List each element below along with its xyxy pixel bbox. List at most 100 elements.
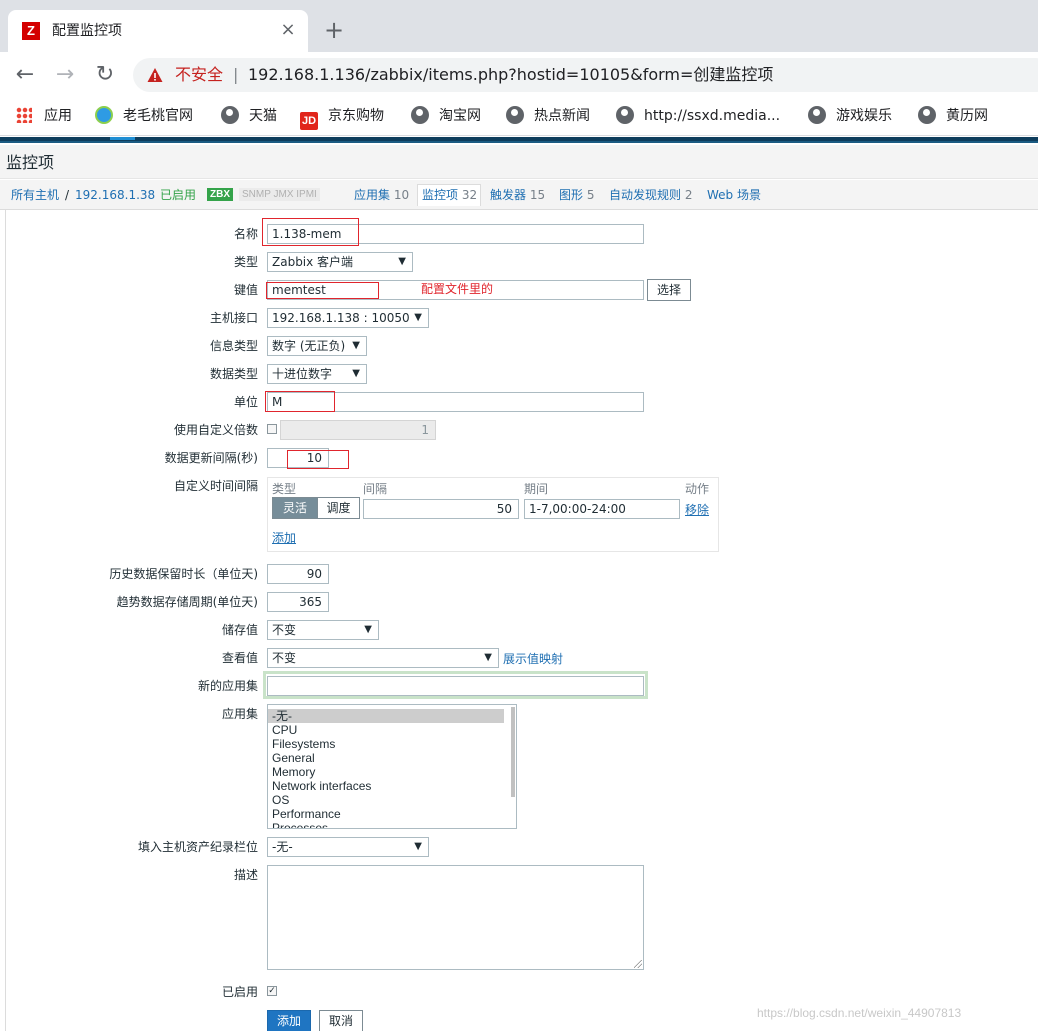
dropdown-arrow-icon: ▼ bbox=[414, 841, 422, 852]
url-separator: | bbox=[233, 65, 239, 84]
bookmark-tmall[interactable]: 天猫 bbox=[221, 106, 277, 126]
breadcrumb-all-hosts[interactable]: 所有主机 bbox=[11, 188, 59, 202]
list-item[interactable]: CPU bbox=[268, 723, 504, 737]
bookmark-apps[interactable]: 应用 bbox=[16, 106, 72, 126]
tab-count: 15 bbox=[529, 188, 546, 202]
inventory-label: 填入主机资产纪录栏位 bbox=[137, 840, 258, 854]
units-input[interactable]: M bbox=[267, 392, 644, 412]
bookmark-label: 天猫 bbox=[249, 108, 277, 124]
dropdown-arrow-icon: ▼ bbox=[352, 368, 360, 379]
add-interval-link[interactable]: 添加 bbox=[272, 530, 296, 546]
show-value-select[interactable]: 不变 ▼ bbox=[267, 648, 499, 668]
list-item[interactable]: Performance bbox=[268, 807, 504, 821]
bookmark-laomaotao[interactable]: 老毛桃官网 bbox=[95, 106, 193, 126]
security-status: 不安全 bbox=[175, 65, 224, 84]
bookmark-almanac[interactable]: 黄历网 bbox=[918, 106, 988, 126]
host-status-enabled[interactable]: 已启用 bbox=[160, 188, 196, 202]
tab-title: 配置监控项 bbox=[52, 23, 122, 39]
bookmark-taobao[interactable]: 淘宝网 bbox=[411, 106, 481, 126]
flexible-period-input[interactable]: 1-7,00:00-24:00 bbox=[524, 499, 680, 519]
tab-discovery-rules[interactable]: 自动发现规则 2 bbox=[609, 188, 692, 202]
url-text[interactable]: 192.168.1.136/zabbix/items.php?hostid=10… bbox=[248, 65, 773, 85]
applications-listbox[interactable]: -无- CPU Filesystems General Memory Netwo… bbox=[267, 704, 517, 829]
list-item[interactable]: Filesystems bbox=[268, 737, 504, 751]
multiplier-input[interactable]: 1 bbox=[280, 420, 436, 440]
column-type-header: 类型 bbox=[272, 482, 297, 496]
bookmark-games[interactable]: 游戏娱乐 bbox=[808, 106, 892, 126]
type-select[interactable]: Zabbix 客户端 ▼ bbox=[267, 252, 413, 272]
list-item[interactable]: OS bbox=[268, 793, 504, 807]
scheduling-option[interactable]: 调度 bbox=[317, 498, 359, 518]
new-application-input[interactable] bbox=[267, 676, 644, 696]
tab-close-icon[interactable]: × bbox=[278, 20, 298, 40]
tab-label: 触发器 bbox=[490, 188, 527, 202]
applications-label: 应用集 bbox=[221, 707, 258, 721]
tab-applications[interactable]: 应用集 10 bbox=[354, 188, 409, 202]
breadcrumb-host[interactable]: 192.168.1.38 bbox=[75, 188, 155, 202]
bookmark-label: 游戏娱乐 bbox=[836, 108, 892, 124]
zabbix-favicon-icon: Z bbox=[22, 22, 40, 40]
tab-count: 2 bbox=[684, 188, 693, 202]
browser-tab[interactable]: Z 配置监控项 × bbox=[8, 10, 308, 52]
enabled-checkbox[interactable]: ✓ bbox=[267, 986, 277, 996]
flexible-interval-input[interactable]: 50 bbox=[363, 499, 519, 519]
data-type-select[interactable]: 十进位数字 ▼ bbox=[267, 364, 367, 384]
resize-handle-icon[interactable] bbox=[634, 960, 642, 968]
show-value-mapping-link[interactable]: 展示值映射 bbox=[503, 651, 563, 667]
globe-icon bbox=[411, 106, 429, 124]
cancel-button[interactable]: 取消 bbox=[319, 1010, 363, 1031]
bookmark-label: 淘宝网 bbox=[439, 108, 481, 124]
reload-icon[interactable]: ↻ bbox=[92, 62, 118, 88]
inventory-select[interactable]: -无- ▼ bbox=[267, 837, 429, 857]
interface-label: 主机接口 bbox=[209, 311, 258, 325]
dropdown-arrow-icon: ▼ bbox=[364, 624, 372, 635]
item-form: 名称 1.138-mem 类型 Zabbix 客户端 ▼ 键值 memtest 配… bbox=[5, 210, 1038, 1031]
back-arrow-icon[interactable]: ← bbox=[12, 62, 38, 88]
store-value-select-value: 不变 bbox=[272, 623, 297, 637]
list-item[interactable]: -无- bbox=[268, 709, 504, 723]
history-input[interactable]: 90 bbox=[267, 564, 329, 584]
tab-label: 监控项 bbox=[422, 188, 459, 202]
info-type-label: 信息类型 bbox=[209, 339, 258, 353]
custom-intervals-label: 自定义时间间隔 bbox=[173, 479, 258, 493]
tab-web-scenarios[interactable]: Web 场景 bbox=[707, 188, 761, 202]
tab-items[interactable]: 监控项 32 bbox=[422, 188, 477, 202]
name-input[interactable]: 1.138-mem bbox=[267, 224, 644, 244]
key-label: 键值 bbox=[233, 283, 258, 297]
multiplier-checkbox[interactable] bbox=[267, 424, 277, 434]
info-type-select[interactable]: 数字 (无正负) ▼ bbox=[267, 336, 367, 356]
trends-input[interactable]: 365 bbox=[267, 592, 329, 612]
tab-label: 应用集 bbox=[354, 188, 391, 202]
list-item[interactable]: Processes bbox=[268, 821, 504, 828]
data-type-label: 数据类型 bbox=[209, 367, 258, 381]
listbox-scrollbar[interactable] bbox=[511, 707, 515, 797]
bookmark-ssxd[interactable]: http://ssxd.media... bbox=[616, 106, 780, 126]
add-button[interactable]: 添加 bbox=[267, 1010, 311, 1031]
store-value-select[interactable]: 不变 ▼ bbox=[267, 620, 379, 640]
description-textarea[interactable] bbox=[267, 865, 644, 970]
bookmark-news[interactable]: 热点新闻 bbox=[506, 106, 590, 126]
interface-select[interactable]: 192.168.1.138 : 10050 ▼ bbox=[267, 308, 429, 328]
update-interval-input[interactable]: 10 bbox=[267, 448, 329, 468]
select-key-button[interactable]: 选择 bbox=[647, 279, 691, 301]
applications-options: -无- CPU Filesystems General Memory Netwo… bbox=[268, 705, 516, 828]
column-period-header: 期间 bbox=[524, 482, 549, 496]
bookmark-label: 应用 bbox=[44, 108, 72, 124]
list-item[interactable]: General bbox=[268, 751, 504, 765]
remove-interval-link[interactable]: 移除 bbox=[685, 502, 709, 518]
bookmark-jd[interactable]: JD 京东购物 bbox=[300, 106, 384, 130]
list-item[interactable]: Network interfaces bbox=[268, 779, 504, 793]
globe-icon bbox=[616, 106, 634, 124]
tab-triggers[interactable]: 触发器 15 bbox=[490, 188, 545, 202]
new-tab-icon[interactable]: + bbox=[322, 18, 346, 42]
globe-icon bbox=[918, 106, 936, 124]
globe-icon bbox=[808, 106, 826, 124]
custom-intervals-table: 类型 间隔 期间 动作 灵活 调度 50 1-7,00:00-24:00 移除 … bbox=[267, 477, 719, 552]
history-label: 历史数据保留时长（单位天) bbox=[109, 567, 258, 581]
tab-graphs[interactable]: 图形 5 bbox=[559, 188, 594, 202]
dropdown-arrow-icon: ▼ bbox=[484, 652, 492, 663]
flexible-option[interactable]: 灵活 bbox=[273, 498, 317, 518]
address-bar[interactable]: 不安全 | 192.168.1.136/zabbix/items.php?hos… bbox=[133, 58, 1038, 92]
list-item[interactable]: Memory bbox=[268, 765, 504, 779]
forward-arrow-icon[interactable]: → bbox=[52, 62, 78, 88]
